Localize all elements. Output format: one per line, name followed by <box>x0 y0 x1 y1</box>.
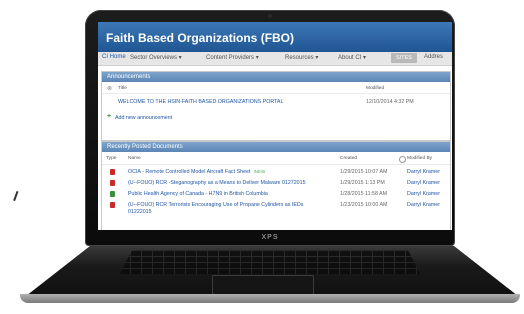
documents-header: Recently Posted Documents <box>102 142 450 152</box>
col-name[interactable]: Name <box>128 156 141 161</box>
announcement-modified: 12/10/2014 4:32 PM <box>366 99 414 105</box>
portal-header: Faith Based Organizations (FBO) <box>98 22 452 52</box>
new-badge: !NEW <box>253 169 266 174</box>
col-type[interactable]: Type <box>106 156 116 161</box>
col-title[interactable]: Title <box>118 86 127 91</box>
announcements-panel: Announcements ⊗ Title Modified WELCOME T… <box>101 71 451 141</box>
nav-content-providers[interactable]: Content Providers ▾ <box>206 54 259 61</box>
document-link-line2[interactable]: 01222015 <box>128 209 152 215</box>
document-created: 1/29/2015 10:07 AM <box>340 169 388 175</box>
document-created: 1/23/2015 10:00 AM <box>340 202 388 208</box>
pdf-file-icon <box>110 202 115 208</box>
keyboard <box>120 250 420 274</box>
nav-ci-home[interactable]: CI Home <box>102 54 126 60</box>
pdf-file-icon <box>110 169 115 175</box>
document-link[interactable]: Public Health Agency of Canada - H7N9 in… <box>128 191 268 197</box>
col-modified-by[interactable]: Modified By <box>407 156 432 161</box>
webcam-icon <box>268 14 272 18</box>
nav-about-ci[interactable]: About CI ▾ <box>338 54 366 61</box>
attachment-icon: ⊗ <box>107 86 113 92</box>
select-all-checkbox[interactable] <box>399 156 406 163</box>
document-created: 1/28/2015 11:58 AM <box>340 191 388 197</box>
laptop-base-edge <box>20 294 520 303</box>
pdf-file-icon <box>110 180 115 186</box>
laptop: Faith Based Organizations (FBO) CI Home … <box>0 0 524 314</box>
document-created: 1/29/2015 1:13 PM <box>340 180 385 186</box>
document-author[interactable]: Darryl Kramer <box>407 180 440 186</box>
col-created[interactable]: Created <box>340 156 357 161</box>
document-link[interactable]: (U--FOUO) RCR Terrorists Encouraging Use… <box>128 202 303 208</box>
announcements-header: Announcements <box>102 72 450 82</box>
laptop-screen: Faith Based Organizations (FBO) CI Home … <box>98 22 452 230</box>
add-icon: + <box>107 113 112 120</box>
document-link[interactable]: (U--FOUO) RCR -Steganography as a Means … <box>128 180 306 186</box>
file-icon <box>110 191 115 197</box>
touchpad <box>212 275 314 295</box>
nav-resources[interactable]: Resources ▾ <box>285 54 318 61</box>
documents-panel: Recently Posted Documents Type Name Crea… <box>101 141 451 230</box>
announcement-link[interactable]: WELCOME TO THE HSIN-FAITH BASED ORGANIZA… <box>118 99 283 105</box>
laptop-brand-logo: XPS <box>261 234 279 241</box>
document-author[interactable]: Darryl Kramer <box>407 202 440 208</box>
nav-sites[interactable]: SITES <box>391 53 417 63</box>
col-modified[interactable]: Modified <box>366 86 384 91</box>
nav-address[interactable]: Addres <box>424 54 443 60</box>
document-link[interactable]: OCIA - Remote Controlled Model Aircraft … <box>128 169 265 175</box>
portal-title: Faith Based Organizations (FBO) <box>106 31 295 45</box>
document-author[interactable]: Darryl Kramer <box>407 191 440 197</box>
document-author[interactable]: Darryl Kramer <box>407 169 440 175</box>
nav-sector-overviews[interactable]: Sector Overviews ▾ <box>130 54 182 61</box>
top-nav: CI Home Sector Overviews ▾ Content Provi… <box>98 52 452 66</box>
add-announcement-link[interactable]: Add new announcement <box>115 115 172 121</box>
